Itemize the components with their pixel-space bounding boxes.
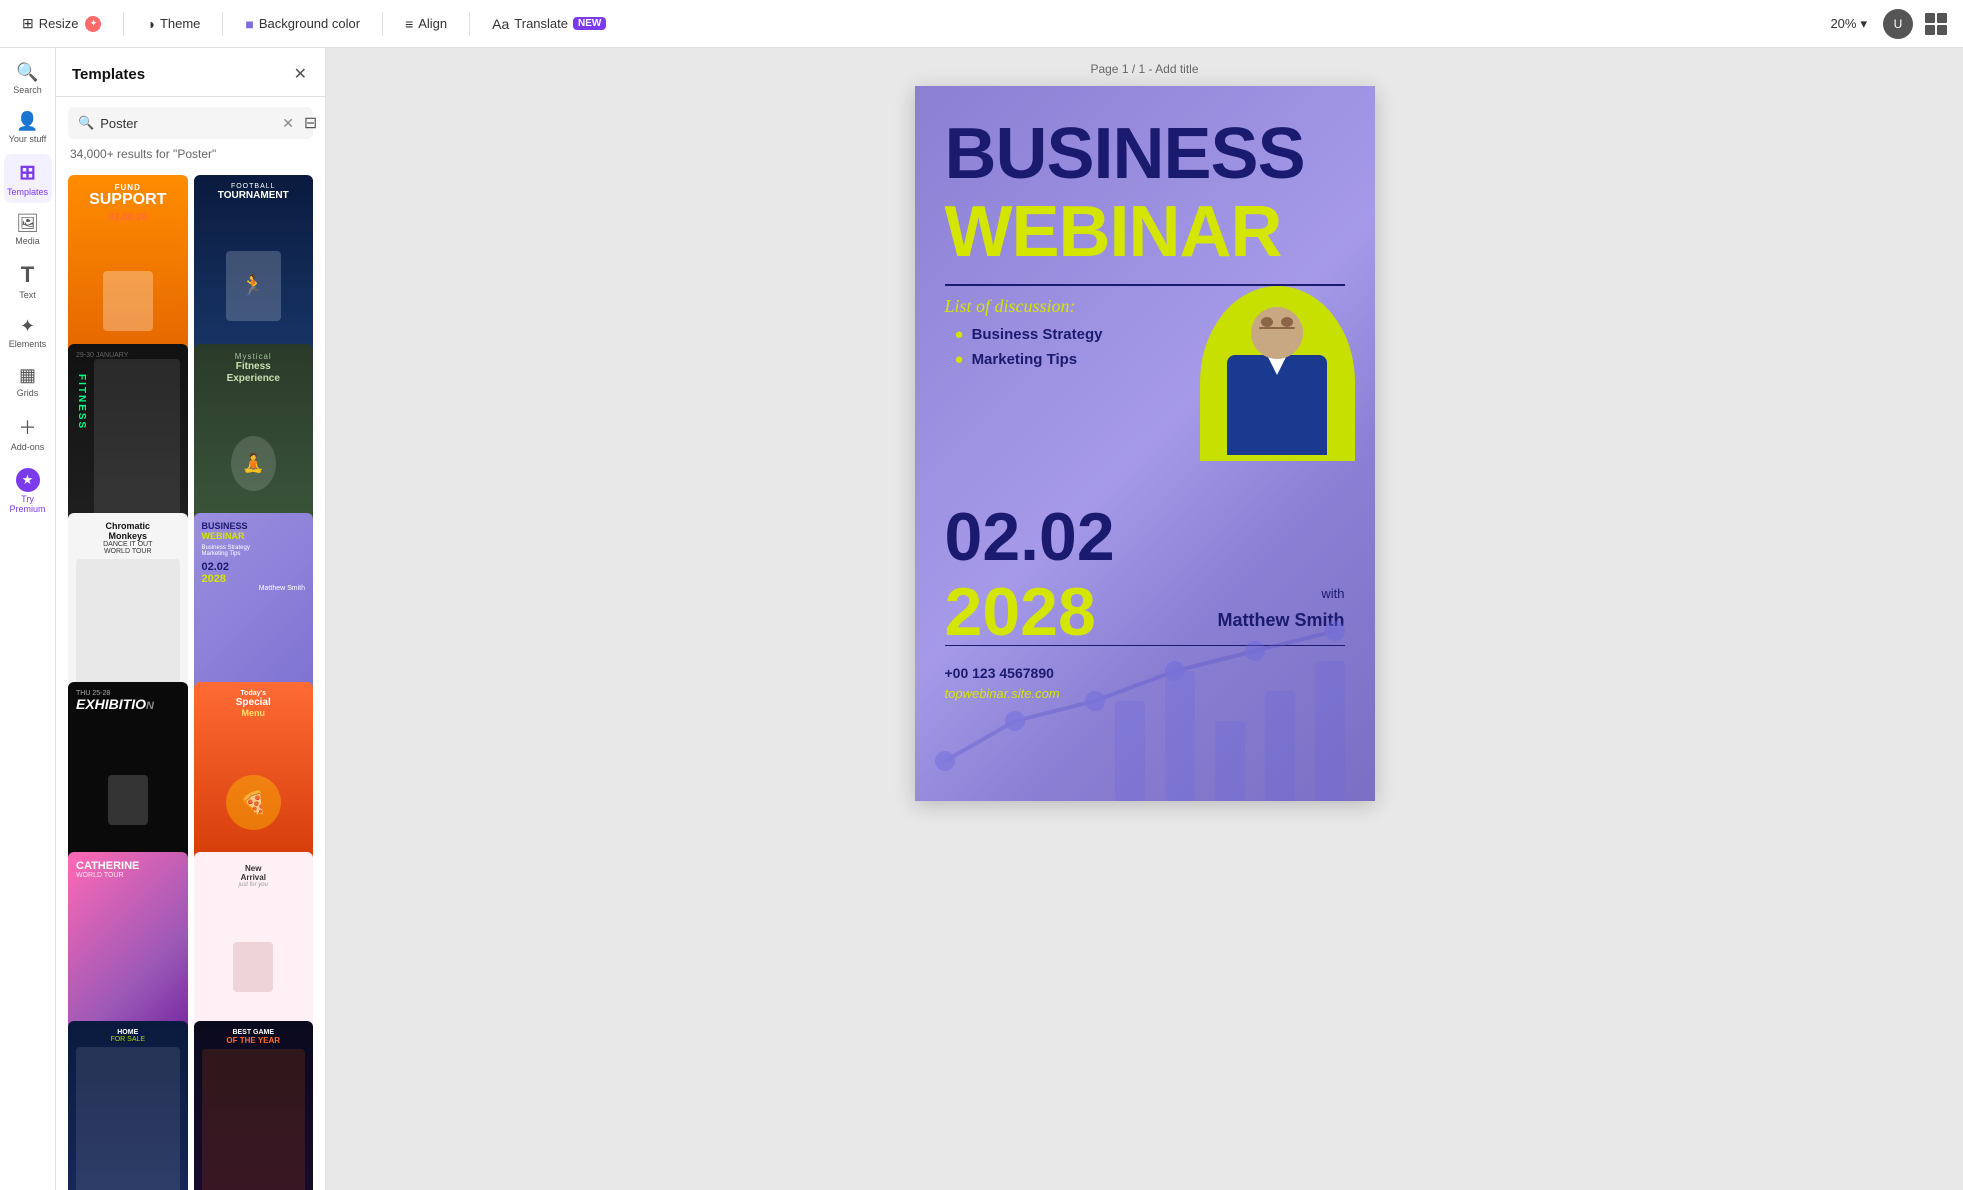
translate-button[interactable]: Aa Translate NEW	[482, 11, 616, 37]
resize-badge: ✦	[85, 16, 101, 32]
templates-panel: Templates ✕ 🔍 ✕ ⊟ 34,000+ results for "P…	[56, 48, 326, 1190]
sidebar-item-grids[interactable]: ▦ Grids	[4, 359, 52, 404]
clear-search-button[interactable]: ✕	[282, 115, 294, 132]
sidebar-item-templates[interactable]: ⊞ Templates	[4, 154, 52, 203]
search-icon-panel: 🔍	[78, 115, 94, 131]
elements-icon: ✦	[20, 316, 35, 337]
panel-header: Templates ✕	[56, 48, 325, 97]
theme-icon: ◑	[146, 16, 154, 32]
background-color-button[interactable]: ■ Background color	[235, 11, 370, 37]
resize-button[interactable]: ⊞ Resize ✦	[12, 10, 111, 37]
align-icon: ≡	[405, 16, 413, 32]
resize-icon: ⊞	[22, 15, 34, 32]
template-item[interactable]: HOME FOR SALE	[68, 1021, 188, 1190]
translate-icon: Aa	[492, 16, 509, 32]
sidebar-item-elements[interactable]: ✦ Elements	[4, 310, 52, 355]
theme-button[interactable]: ◑ Theme	[136, 11, 210, 37]
divider-3	[382, 12, 383, 36]
nav-label-addons: Add-ons	[11, 442, 45, 452]
poster-list-label: List of discussion:	[945, 296, 1076, 317]
nav-label-search: Search	[13, 85, 42, 95]
nav-label-premium: Try Premium	[8, 494, 48, 514]
toolbar: ⊞ Resize ✦ ◑ Theme ■ Background color ≡ …	[0, 0, 1963, 48]
poster-chart-decoration	[915, 601, 1375, 801]
poster-title-webinar: WEBINAR	[945, 196, 1282, 268]
translate-label: Translate	[514, 16, 568, 31]
poster-bullet-2: Marketing Tips	[955, 351, 1078, 368]
resize-label: Resize	[39, 16, 79, 31]
addons-icon: ＋	[19, 414, 37, 440]
avatar[interactable]: U	[1883, 9, 1913, 39]
canvas-area[interactable]: Page 1 / 1 - Add title BUSINESS WEBINAR …	[326, 48, 1963, 1190]
sidebar-item-try-premium[interactable]: ★ Try Premium	[4, 462, 52, 520]
results-count: 34,000+ results for "Poster"	[56, 145, 325, 169]
nav-label-your-stuff: Your stuff	[9, 134, 47, 144]
media-icon: 🖼	[16, 213, 39, 234]
align-label: Align	[418, 16, 447, 31]
main-layout: 🔍 Search 👤 Your stuff ⊞ Templates 🖼 Medi…	[0, 48, 1963, 1190]
search-bar: 🔍 ✕ ⊟	[68, 107, 313, 139]
toolbar-right: 20% ▾ U	[1822, 9, 1951, 39]
poster-avatar	[1200, 286, 1355, 461]
nav-label-elements: Elements	[9, 339, 47, 349]
poster-date-day: 02.02	[945, 503, 1115, 571]
templates-icon: ⊞	[19, 160, 36, 185]
divider-2	[222, 12, 223, 36]
zoom-control[interactable]: 20% ▾	[1822, 12, 1875, 36]
poster-with: with	[1321, 586, 1344, 601]
template-item[interactable]: BEST GAME OF THE YEAR	[194, 1021, 314, 1190]
nav-label-media: Media	[15, 236, 40, 246]
close-panel-button[interactable]: ✕	[292, 62, 309, 86]
apps-icon[interactable]	[1921, 9, 1951, 39]
sidebar-item-media[interactable]: 🖼 Media	[4, 207, 52, 252]
nav-label-templates: Templates	[7, 187, 48, 197]
search-icon: 🔍	[16, 62, 38, 83]
background-color-label: Background color	[259, 16, 360, 31]
page-label[interactable]: Page 1 / 1 - Add title	[1090, 62, 1198, 76]
poster[interactable]: BUSINESS WEBINAR List of discussion: Bus…	[915, 86, 1375, 801]
search-input[interactable]	[100, 116, 276, 131]
text-icon: T	[21, 262, 34, 288]
filter-button[interactable]: ⊟	[304, 113, 317, 133]
background-icon: ■	[245, 16, 253, 32]
templates-grid: FUND SUPPORT 02.08.26 🌸 FOOTBALL TOURNAM…	[56, 169, 325, 1190]
translate-new-badge: NEW	[573, 17, 606, 30]
sidebar-item-your-stuff[interactable]: 👤 Your stuff	[4, 105, 52, 150]
panel-title: Templates	[72, 66, 145, 83]
divider-4	[469, 12, 470, 36]
poster-bullet-1: Business Strategy	[955, 326, 1103, 343]
canvas-wrapper: BUSINESS WEBINAR List of discussion: Bus…	[915, 86, 1375, 801]
zoom-level: 20%	[1830, 16, 1856, 31]
your-stuff-icon: 👤	[16, 111, 38, 132]
premium-icon: ★	[16, 468, 40, 492]
theme-label: Theme	[160, 16, 200, 31]
chevron-down-icon: ▾	[1860, 16, 1867, 32]
divider-1	[123, 12, 124, 36]
align-button[interactable]: ≡ Align	[395, 11, 457, 37]
icon-nav: 🔍 Search 👤 Your stuff ⊞ Templates 🖼 Medi…	[0, 48, 56, 1190]
poster-title-business: BUSINESS	[945, 118, 1305, 190]
sidebar-item-search[interactable]: 🔍 Search	[4, 56, 52, 101]
grids-icon: ▦	[19, 365, 36, 386]
nav-label-text: Text	[19, 290, 36, 300]
nav-label-grids: Grids	[17, 388, 39, 398]
sidebar-item-addons[interactable]: ＋ Add-ons	[4, 408, 52, 458]
sidebar-item-text[interactable]: T Text	[4, 256, 52, 306]
